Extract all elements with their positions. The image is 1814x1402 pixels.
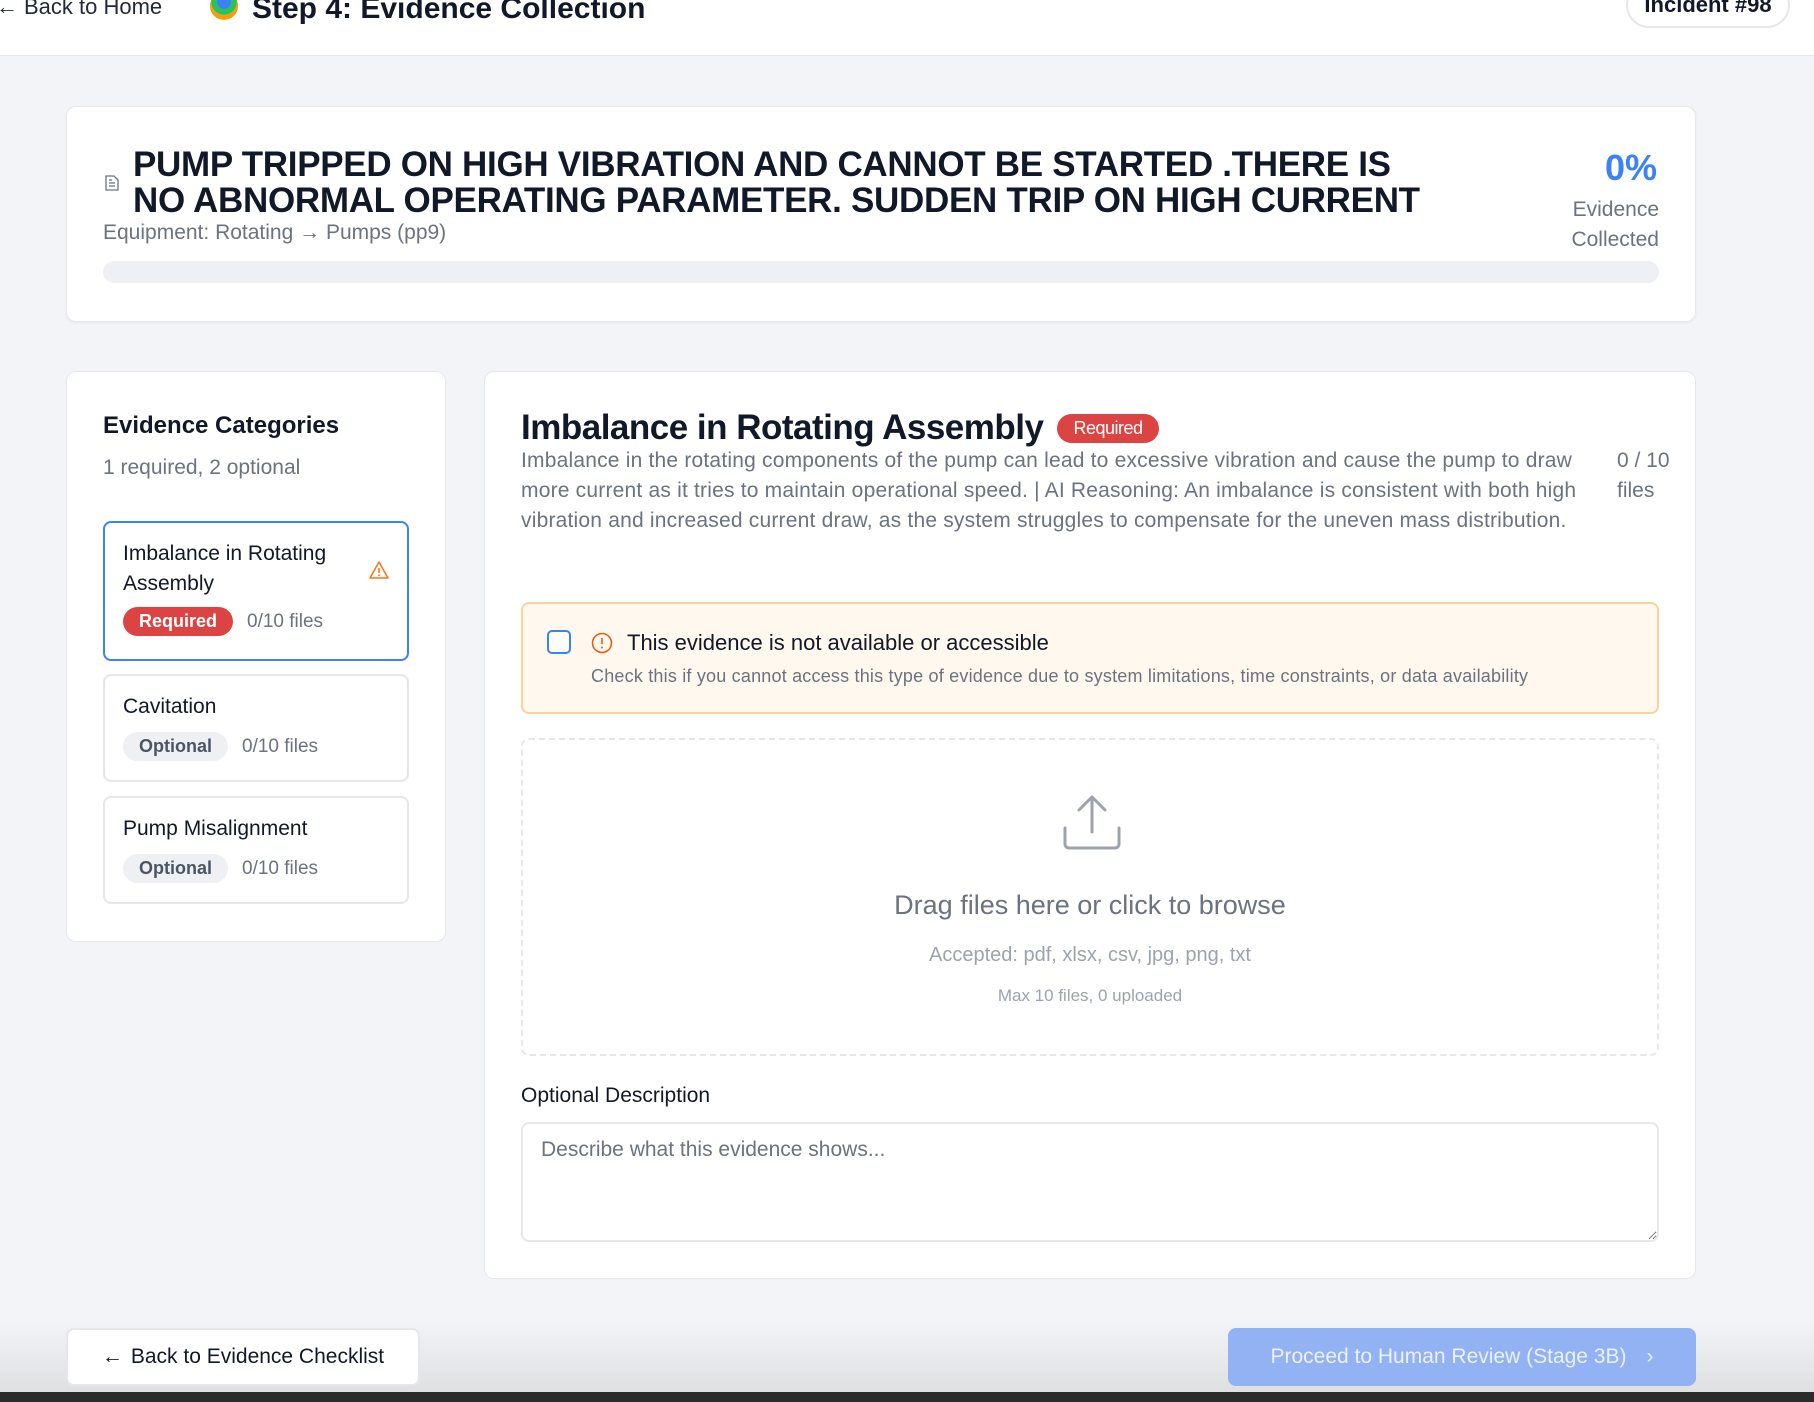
arrow-left-icon: ← [0,0,18,19]
evidence-title-row: Imbalance in Rotating Assembly Required [521,408,1159,448]
document-icon [105,175,119,191]
app-logo [210,0,238,20]
category-meta: Optional 0/10 files [123,854,318,883]
category-file-count: 0/10 files [242,735,319,757]
required-badge: Required [123,607,234,636]
category-item-cavitation[interactable]: Cavitation Optional 0/10 files [103,674,409,782]
evidence-categories-title: Evidence Categories [103,412,340,439]
back-to-evidence-checklist-button[interactable]: ← Back to Evidence Checklist [66,1328,420,1386]
warning-triangle-icon [369,561,389,579]
category-name: Pump Misalignment [123,817,308,840]
category-meta: Required 0/10 files [123,607,323,636]
required-badge: Required [1057,413,1159,443]
optional-badge: Optional [123,854,228,883]
dropzone-max-files: Max 10 files, 0 uploaded [997,986,1183,1005]
category-name: Imbalance in Rotating Assembly [123,542,327,595]
evidence-progress-bar [103,261,1659,283]
proceed-label: Proceed to Human Review (Stage 3B) [1270,1345,1627,1368]
evidence-percent-label: Evidence Collected [1549,195,1659,255]
proceed-to-human-review-button[interactable]: Proceed to Human Review (Stage 3B) › [1228,1328,1696,1386]
evidence-unavailable-checkbox[interactable] [547,630,571,654]
equipment-path: Equipment: Rotating → Pumps (pp9) [103,221,447,244]
category-item-pump-misalignment[interactable]: Pump Misalignment Optional 0/10 files [103,796,409,904]
chevron-right-icon: › [1646,1345,1654,1368]
evidence-detail-panel: Imbalance in Rotating Assembly Required … [484,371,1696,1279]
alert-circle-icon [591,632,613,654]
description-label: Optional Description [521,1084,711,1107]
evidence-percent-label-text: Evidence Collected [1571,198,1659,251]
back-to-home-link[interactable]: ← Back to Home [0,0,162,20]
category-meta: Optional 0/10 files [123,732,318,761]
description-textarea[interactable] [521,1122,1659,1242]
page-title: Step 4: Evidence Collection [252,0,646,25]
category-item-imbalance[interactable]: Imbalance in Rotating Assembly Required … [103,521,409,661]
back-to-evidence-checklist-label: Back to Evidence Checklist [130,1345,385,1368]
dropzone-text: Drag files here or click to browse [894,890,1286,920]
evidence-description: Imbalance in the rotating components of … [521,449,1577,532]
top-bar: ← Back to Home Step 4: Evidence Collecti… [0,0,1814,56]
arrow-left-icon: ← [101,1345,123,1368]
evidence-title: Imbalance in Rotating Assembly [521,408,1044,447]
back-to-home-label: Back to Home [24,0,163,19]
evidence-unavailable-box: This evidence is not available or access… [521,602,1659,714]
evidence-categories-panel: Evidence Categories 1 required, 2 option… [66,371,446,942]
dropzone-accepted-types: Accepted: pdf, xlsx, csv, jpg, png, txt [928,944,1251,966]
optional-badge: Optional [123,732,228,761]
evidence-file-count: 0 / 10 files [1617,449,1670,502]
incident-badge: Incident #98 [1626,0,1790,28]
category-name: Cavitation [123,695,217,718]
upload-icon [1063,795,1121,850]
incident-summary-card: PUMP TRIPPED ON HIGH VIBRATION AND CANNO… [66,106,1696,322]
incident-title: PUMP TRIPPED ON HIGH VIBRATION AND CANNO… [133,145,1420,220]
evidence-categories-subtitle: 1 required, 2 optional [103,456,301,479]
evidence-percent: 0% [1604,147,1657,188]
evidence-unavailable-title: This evidence is not available or access… [627,630,1049,655]
window-bottom-edge [0,1392,1814,1402]
category-file-count: 0/10 files [247,610,324,632]
file-dropzone[interactable]: Drag files here or click to browse Accep… [521,738,1659,1056]
evidence-unavailable-subtitle: Check this if you cannot access this typ… [591,666,1529,686]
category-file-count: 0/10 files [242,857,319,879]
